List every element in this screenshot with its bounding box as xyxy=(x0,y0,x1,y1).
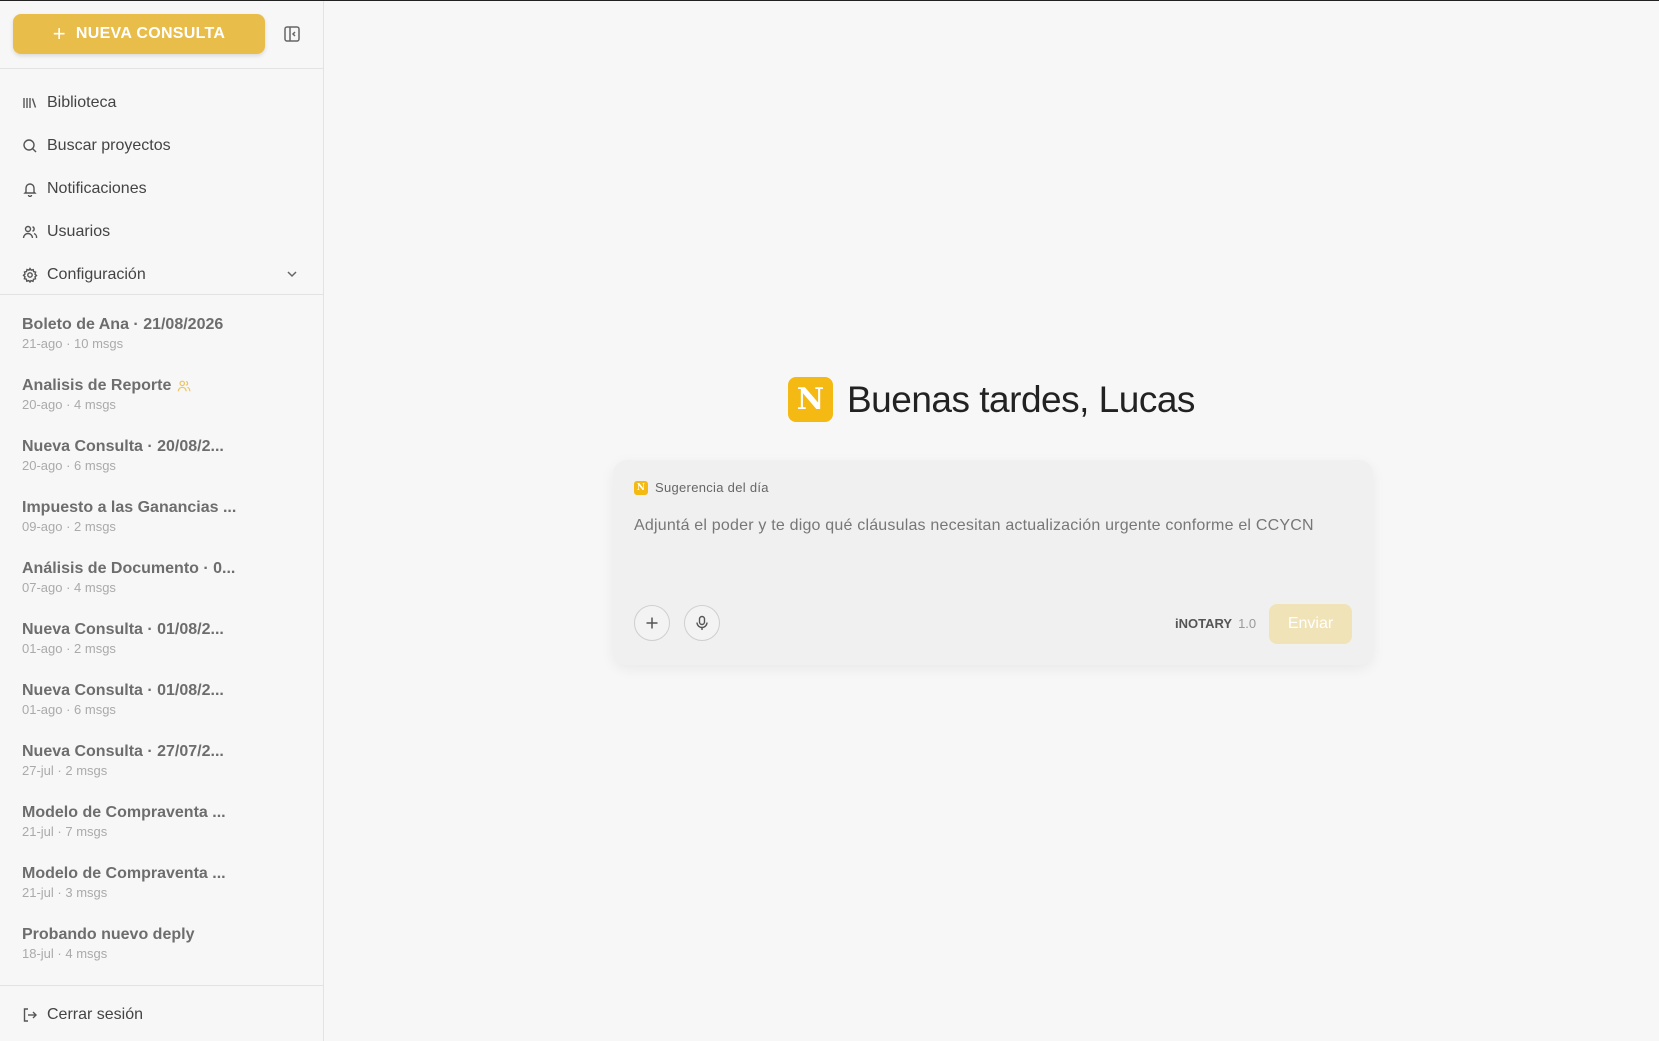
history-item-title: Boleto de Ana · 21/08/2026 xyxy=(22,316,224,333)
sidebar-item-label: Usuarios xyxy=(47,222,111,240)
history-item-meta: 01-ago · 6 msgs xyxy=(22,702,116,717)
prompt-input[interactable]: Adjuntá el poder y te digo qué cláusulas… xyxy=(634,514,1334,537)
suggestion-label-row: N Sugerencia del día xyxy=(634,480,769,495)
sidebar-item-usuarios[interactable]: Usuarios xyxy=(0,210,323,253)
history-item-title: Analisis de Reporte xyxy=(22,377,172,394)
chevron-down-icon[interactable] xyxy=(285,267,299,281)
greeting-text: Buenas tardes, Lucas xyxy=(847,378,1195,420)
history-item-title: Nueva Consulta · 20/08/2... xyxy=(22,438,224,455)
sidebar-item-label: Biblioteca xyxy=(47,93,117,111)
sidebar: + NUEVA CONSULTA Biblioteca Buscar proye… xyxy=(0,0,324,1041)
history-item-meta: 21-ago · 10 msgs xyxy=(22,336,124,351)
history-item-meta: 21-jul · 7 msgs xyxy=(22,824,108,839)
history-item-meta: 18-jul · 4 msgs xyxy=(22,946,108,961)
sidebar-item-label: Buscar proyectos xyxy=(47,136,171,154)
attach-button[interactable] xyxy=(634,605,670,641)
logout-label: Cerrar sesión xyxy=(47,1005,144,1023)
shared-users-icon xyxy=(178,380,191,392)
send-button[interactable]: Enviar xyxy=(1269,604,1352,644)
sidebar-item-label: Notificaciones xyxy=(47,179,147,197)
sidebar-item-label: Configuración xyxy=(47,265,146,283)
logout-button[interactable]: Cerrar sesión xyxy=(0,988,324,1041)
window-top-border xyxy=(0,0,1659,1)
history-item-title-row: Analisis de Reporte xyxy=(22,376,323,396)
main-panel: N Buenas tardes, Lucas N Sugerencia del … xyxy=(325,0,1659,1041)
list-item[interactable]: Analisis de Reporte 20-ago · 4 msgs xyxy=(0,376,323,437)
history-item-title: Nueva Consulta · 27/07/2... xyxy=(22,743,224,760)
list-item[interactable]: Nueva Consulta · 27/07/2... 27-jul · 2 m… xyxy=(0,742,323,803)
list-item[interactable]: Probando nuevo deply 18-jul · 4 msgs xyxy=(0,925,323,986)
microphone-icon xyxy=(696,615,708,630)
history-item-title: Nueva Consulta · 01/08/2... xyxy=(22,621,224,638)
app-logo-small: N xyxy=(634,480,648,495)
model-version: 1.0 xyxy=(1238,616,1257,631)
history-item-meta: 07-ago · 4 msgs xyxy=(22,580,116,595)
sidebar-item-buscar-proyectos[interactable]: Buscar proyectos xyxy=(0,124,323,167)
search-icon xyxy=(23,138,37,152)
app-logo: N xyxy=(788,377,833,422)
new-consultation-label: NUEVA CONSULTA xyxy=(75,25,226,42)
history-item-title: Impuesto a las Ganancias ... xyxy=(22,499,237,516)
logout-icon xyxy=(23,1007,37,1022)
list-item[interactable]: Impuesto a las Ganancias ... 09-ago · 2 … xyxy=(0,498,323,559)
list-item[interactable]: Análisis de Documento · 0... 07-ago · 4 … xyxy=(0,559,323,620)
plus-icon: + xyxy=(52,21,66,46)
collapse-sidebar-icon[interactable] xyxy=(283,25,301,43)
sidebar-nav: Biblioteca Buscar proyectos Notificacion… xyxy=(0,69,323,295)
history-item-title: Probando nuevo deply xyxy=(22,926,195,943)
users-icon xyxy=(22,225,38,238)
sidebar-header: + NUEVA CONSULTA xyxy=(0,0,323,69)
model-name: iNOTARY xyxy=(1175,616,1233,631)
history-item-meta: 27-jul · 2 msgs xyxy=(22,763,108,778)
microphone-button[interactable] xyxy=(684,605,720,641)
list-item[interactable]: Nueva Consulta · 20/08/2... 20-ago · 6 m… xyxy=(0,437,323,498)
sidebar-item-configuracion[interactable]: Configuración xyxy=(0,253,323,296)
history-item-meta: 21-jul · 3 msgs xyxy=(22,885,108,900)
list-item[interactable]: Modelo de Compraventa ... 21-jul · 7 msg… xyxy=(0,803,323,864)
plus-icon xyxy=(646,617,658,629)
list-item[interactable]: Nueva Consulta · 01/08/2... 01-ago · 6 m… xyxy=(0,681,323,742)
gear-icon xyxy=(22,266,38,283)
bell-icon xyxy=(23,182,37,197)
history-item-meta: 09-ago · 2 msgs xyxy=(22,519,116,534)
new-consultation-button[interactable]: + NUEVA CONSULTA xyxy=(13,14,265,54)
history-item-title: Modelo de Compraventa ... xyxy=(22,804,226,821)
sidebar-item-notificaciones[interactable]: Notificaciones xyxy=(0,167,323,210)
library-icon xyxy=(23,97,37,108)
history-item-meta: 20-ago · 4 msgs xyxy=(22,397,116,412)
list-item[interactable]: Modelo de Compraventa ... 21-jul · 3 msg… xyxy=(0,864,323,925)
history-item-title: Nueva Consulta · 01/08/2... xyxy=(22,682,224,699)
conversation-history: Boleto de Ana · 21/08/2026 21-ago · 10 m… xyxy=(0,295,323,986)
history-item-meta: 01-ago · 2 msgs xyxy=(22,641,116,656)
model-indicator: iNOTARY 1.0 xyxy=(1175,616,1256,631)
history-item-meta: 20-ago · 6 msgs xyxy=(22,458,116,473)
prompt-card: N Sugerencia del día Adjuntá el poder y … xyxy=(613,460,1373,665)
list-item[interactable]: Boleto de Ana · 21/08/2026 21-ago · 10 m… xyxy=(0,315,323,376)
suggestion-label: Sugerencia del día xyxy=(655,480,769,495)
history-item-title: Modelo de Compraventa ... xyxy=(22,865,226,882)
list-item[interactable]: Nueva Consulta · 01/08/2... 01-ago · 2 m… xyxy=(0,620,323,681)
history-item-title: Análisis de Documento · 0... xyxy=(22,560,236,577)
sidebar-item-biblioteca[interactable]: Biblioteca xyxy=(0,81,323,124)
greeting: N Buenas tardes, Lucas xyxy=(788,377,1195,422)
